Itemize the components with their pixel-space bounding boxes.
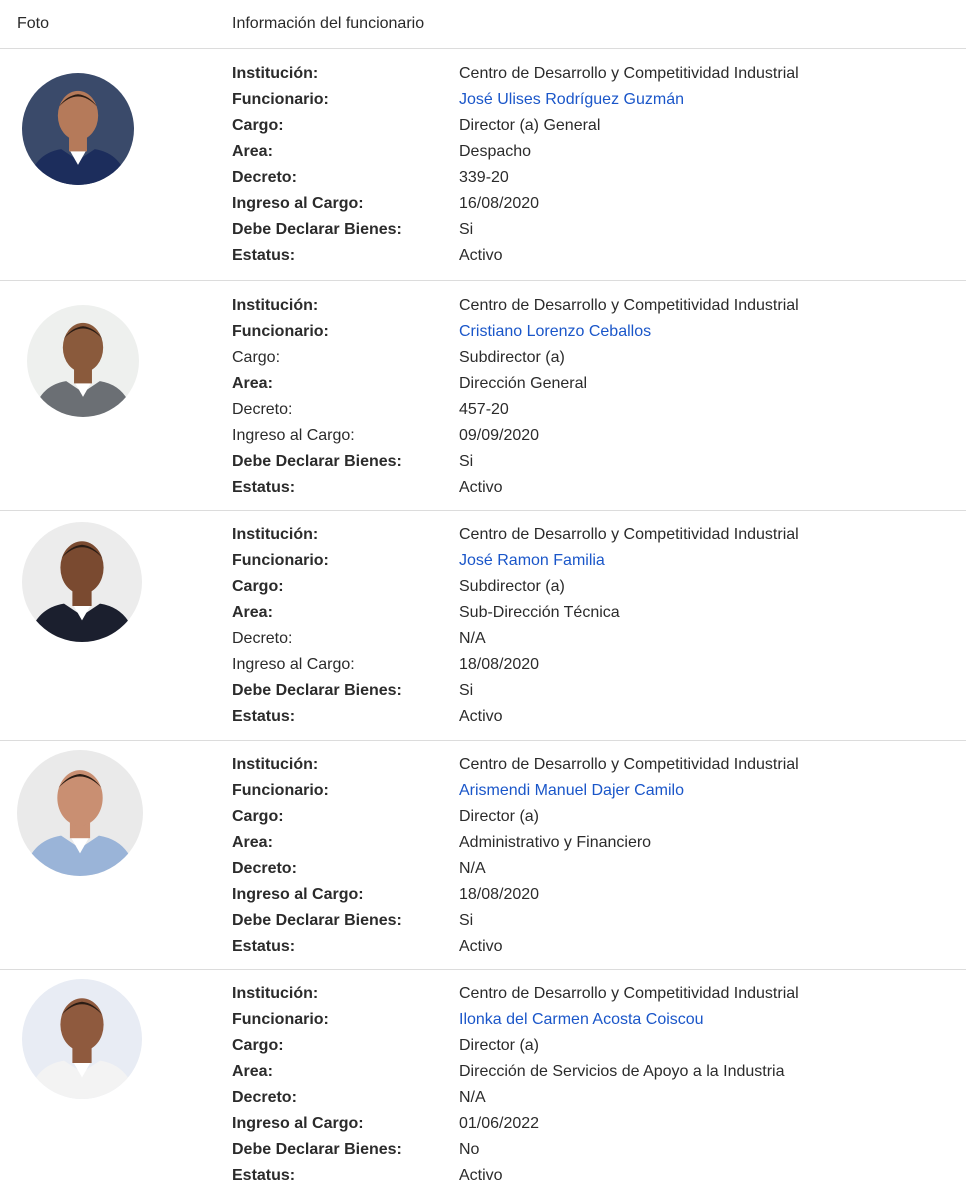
label-cargo: Cargo: — [232, 1037, 284, 1054]
value-institucion: Centro de Desarrollo y Competitividad In… — [459, 985, 799, 1002]
label-area: Area: — [232, 834, 273, 851]
official-name-link[interactable]: Cristiano Lorenzo Ceballos — [459, 319, 651, 345]
value-ingreso: 09/09/2020 — [459, 427, 540, 444]
value-institucion: Centro de Desarrollo y Competitividad In… — [459, 297, 799, 314]
label-cargo: Cargo: — [232, 349, 281, 366]
label-ingreso: Ingreso al Cargo: — [232, 886, 364, 903]
value-declarar: Si — [459, 221, 474, 238]
label-declarar: Debe Declarar Bienes: — [232, 682, 402, 699]
value-decreto: 457-20 — [459, 401, 509, 418]
official-name-link[interactable]: Arismendi Manuel Dajer Camilo — [459, 778, 684, 804]
table-row: Institución: Centro de Desarrollo y Compe… — [0, 969, 966, 1192]
label-funcionario: Funcionario: — [232, 782, 329, 799]
value-decreto: N/A — [459, 860, 486, 877]
value-ingreso: 18/08/2020 — [459, 656, 540, 673]
label-funcionario: Funcionario: — [232, 323, 329, 340]
label-cargo: Cargo: — [232, 808, 284, 825]
value-area: Dirección General — [459, 375, 588, 392]
label-institucion: Institución: — [232, 985, 319, 1002]
table-header: Foto Información del funcionario — [0, 0, 966, 49]
label-ingreso: Ingreso al Cargo: — [232, 656, 355, 673]
label-declarar: Debe Declarar Bienes: — [232, 912, 402, 929]
label-institucion: Institución: — [232, 756, 319, 773]
label-area: Area: — [232, 604, 273, 621]
value-estatus: Activo — [459, 247, 503, 264]
label-estatus: Estatus: — [232, 1167, 296, 1184]
value-ingreso: 01/06/2022 — [459, 1115, 540, 1132]
value-institucion: Centro de Desarrollo y Competitividad In… — [459, 65, 799, 82]
label-institucion: Institución: — [232, 65, 319, 82]
value-area: Administrativo y Financiero — [459, 834, 652, 851]
value-declarar: Si — [459, 912, 474, 929]
official-photo — [17, 750, 143, 876]
value-declarar: Si — [459, 682, 474, 699]
label-decreto: Decreto: — [232, 860, 297, 877]
label-area: Area: — [232, 143, 273, 160]
value-area: Dirección de Servicios de Apoyo a la Ind… — [459, 1063, 785, 1080]
value-estatus: Activo — [459, 1167, 503, 1184]
value-declarar: Si — [459, 453, 474, 470]
value-cargo: Subdirector (a) — [459, 349, 565, 366]
official-name-link[interactable]: Ilonka del Carmen Acosta Coiscou — [459, 1007, 704, 1033]
value-area: Sub-Dirección Técnica — [459, 604, 620, 621]
official-photo — [22, 979, 142, 1099]
label-decreto: Decreto: — [232, 401, 293, 418]
value-decreto: N/A — [459, 1089, 486, 1106]
value-decreto: 339-20 — [459, 169, 509, 186]
label-area: Area: — [232, 375, 273, 392]
value-cargo: Director (a) — [459, 1037, 540, 1054]
label-declarar: Debe Declarar Bienes: — [232, 1141, 402, 1158]
label-estatus: Estatus: — [232, 247, 296, 264]
label-ingreso: Ingreso al Cargo: — [232, 195, 364, 212]
value-cargo: Director (a) General — [459, 117, 601, 134]
label-funcionario: Funcionario: — [232, 91, 329, 108]
value-ingreso: 18/08/2020 — [459, 886, 540, 903]
value-estatus: Activo — [459, 708, 503, 725]
value-cargo: Director (a) — [459, 808, 540, 825]
table-row: Institución: Centro de Desarrollo y Compe… — [0, 49, 966, 281]
official-name-link[interactable]: José Ramon Familia — [459, 548, 605, 574]
label-estatus: Estatus: — [232, 708, 296, 725]
label-funcionario: Funcionario: — [232, 1011, 329, 1028]
value-institucion: Centro de Desarrollo y Competitividad In… — [459, 526, 799, 543]
value-area: Despacho — [459, 143, 532, 160]
label-decreto: Decreto: — [232, 630, 293, 647]
value-declarar: No — [459, 1141, 480, 1158]
label-declarar: Debe Declarar Bienes: — [232, 453, 402, 470]
official-photo — [27, 305, 139, 417]
label-decreto: Decreto: — [232, 1089, 297, 1106]
label-estatus: Estatus: — [232, 938, 296, 955]
table-row: Institución: Centro de Desarrollo y Compe… — [0, 740, 966, 970]
header-photo: Foto — [17, 15, 50, 32]
official-photo — [22, 522, 142, 642]
label-ingreso: Ingreso al Cargo: — [232, 1115, 364, 1132]
official-photo — [22, 73, 134, 185]
label-declarar: Debe Declarar Bienes: — [232, 221, 402, 238]
value-institucion: Centro de Desarrollo y Competitividad In… — [459, 756, 799, 773]
label-estatus: Estatus: — [232, 479, 296, 496]
value-estatus: Activo — [459, 479, 503, 496]
value-cargo: Subdirector (a) — [459, 578, 565, 595]
label-institucion: Institución: — [232, 297, 319, 314]
label-funcionario: Funcionario: — [232, 552, 329, 569]
official-name-link[interactable]: José Ulises Rodríguez Guzmán — [459, 87, 684, 113]
label-area: Area: — [232, 1063, 273, 1080]
label-institucion: Institución: — [232, 526, 319, 543]
header-info: Información del funcionario — [232, 15, 425, 32]
table-row: Institución: Centro de Desarrollo y Compe… — [0, 510, 966, 741]
value-estatus: Activo — [459, 938, 503, 955]
value-ingreso: 16/08/2020 — [459, 195, 540, 212]
label-decreto: Decreto: — [232, 169, 297, 186]
label-cargo: Cargo: — [232, 578, 284, 595]
label-ingreso: Ingreso al Cargo: — [232, 427, 355, 444]
label-cargo: Cargo: — [232, 117, 284, 134]
table-row: Institución: Centro de Desarrollo y Compe… — [0, 281, 966, 511]
value-decreto: N/A — [459, 630, 486, 647]
